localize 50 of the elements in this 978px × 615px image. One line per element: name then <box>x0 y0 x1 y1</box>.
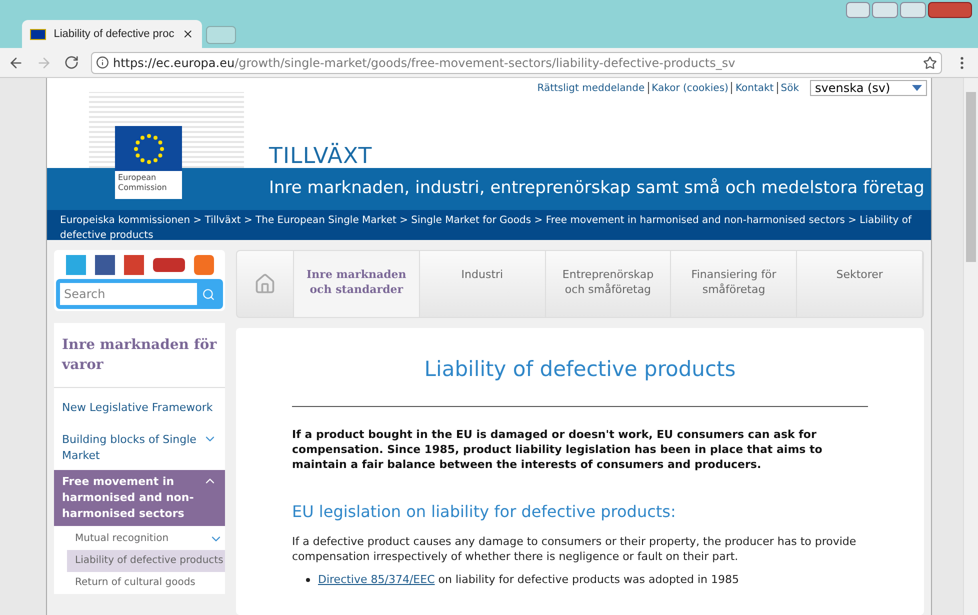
header-link[interactable]: Kontakt <box>735 80 774 96</box>
star-ring-icon <box>132 132 166 166</box>
close-button[interactable] <box>928 2 972 18</box>
minimize-button[interactable] <box>872 2 898 18</box>
nav-tab[interactable]: Industri <box>420 251 546 317</box>
search-icon <box>202 288 214 300</box>
nav-tab[interactable]: Sektorer <box>797 251 923 317</box>
forward-icon[interactable] <box>36 54 52 70</box>
paragraph: If a defective product causes any damage to consumers or their property, the producer has to provide compensation irrespectively of whether there is negligence or fault on their part. <box>292 534 858 564</box>
language-select[interactable]: svenska (sv) <box>810 80 927 96</box>
nav-tab[interactable]: Entreprenörskap och småföretag <box>546 251 672 317</box>
sidebar-subitem[interactable]: Return of cultural goods <box>67 572 225 594</box>
header-link[interactable]: Kakor (cookies) <box>652 80 728 96</box>
address-field[interactable]: https://ec.europa.eu/growth/single-market/goods/free-movement-sectors/liability-defective-products_sv <box>91 52 942 74</box>
url-host: https://ec.europa.eu <box>113 54 235 70</box>
sidebar-subitem[interactable]: Mutual recognition <box>67 528 225 550</box>
sidebar-item[interactable]: Building blocks of Single Market <box>54 428 225 468</box>
breadcrumb: Europeiska kommissionen > Tillväxt > The European Single Market > Single Market for Goods > Free movement in harmonised and non-harmonised sectors > Liability of defective products <box>47 210 931 240</box>
bullet-icon <box>306 578 310 582</box>
sidebar-item[interactable]: New Legislative Framework <box>54 396 225 420</box>
header-link[interactable]: Sök <box>780 80 799 96</box>
scrollbar[interactable] <box>963 78 978 615</box>
dropdown-triangle-icon <box>912 85 922 91</box>
logo-text: European Commission <box>117 172 168 193</box>
header-link[interactable]: Rättsligt meddelande <box>537 80 645 96</box>
info-icon <box>96 56 109 69</box>
list-item: Directive 85/374/EEC on liability for defective products was adopted in 1985 <box>318 572 740 588</box>
site-title: TILLVÄXT <box>269 142 372 171</box>
url-path: /growth/single-market/goods/free-movement-sectors/liability-defective-products_sv <box>234 54 736 72</box>
eu-flag-icon <box>30 28 46 40</box>
nav-tab[interactable]: Inre marknaden och standarder <box>294 251 420 317</box>
scrollbar-thumb[interactable] <box>966 92 976 262</box>
close-icon[interactable] <box>182 28 194 40</box>
lead-paragraph: If a product bought in the EU is damaged or doesn't work, EU consumers can ask for compensation. Since 1985, product liability legislation has been in place that aims to maintain a fair balance between the interests of consumers and producers. <box>292 426 824 472</box>
section-heading: EU legislation on liability for defective products: <box>292 500 677 522</box>
bookmark-star-icon[interactable] <box>923 56 937 70</box>
home-icon[interactable] <box>254 273 276 295</box>
tab-title: Liability of defective proc <box>54 26 174 42</box>
new-tab-button[interactable] <box>206 26 236 44</box>
sidebar-subitem[interactable]: Liability of defective products <box>67 550 225 572</box>
sidebar-item[interactable]: Free movement in harmonised and non-harmonised sectors <box>54 470 225 526</box>
nav-tab[interactable]: Finansiering för småföretag <box>671 251 798 317</box>
sidebar-title: Inre marknaden för varor <box>54 323 225 388</box>
page-title: Liability of defective products <box>292 354 868 406</box>
maximize-button[interactable] <box>900 2 926 18</box>
directive-link[interactable]: Directive 85/374/EEC <box>318 572 435 586</box>
subtitle: Inre marknaden, industri, entreprenörskap samt små och medelstora företag <box>269 177 924 200</box>
back-icon[interactable] <box>8 54 24 70</box>
browser-tab[interactable]: Liability of defective proc <box>22 20 202 48</box>
reload-icon[interactable] <box>64 55 79 70</box>
